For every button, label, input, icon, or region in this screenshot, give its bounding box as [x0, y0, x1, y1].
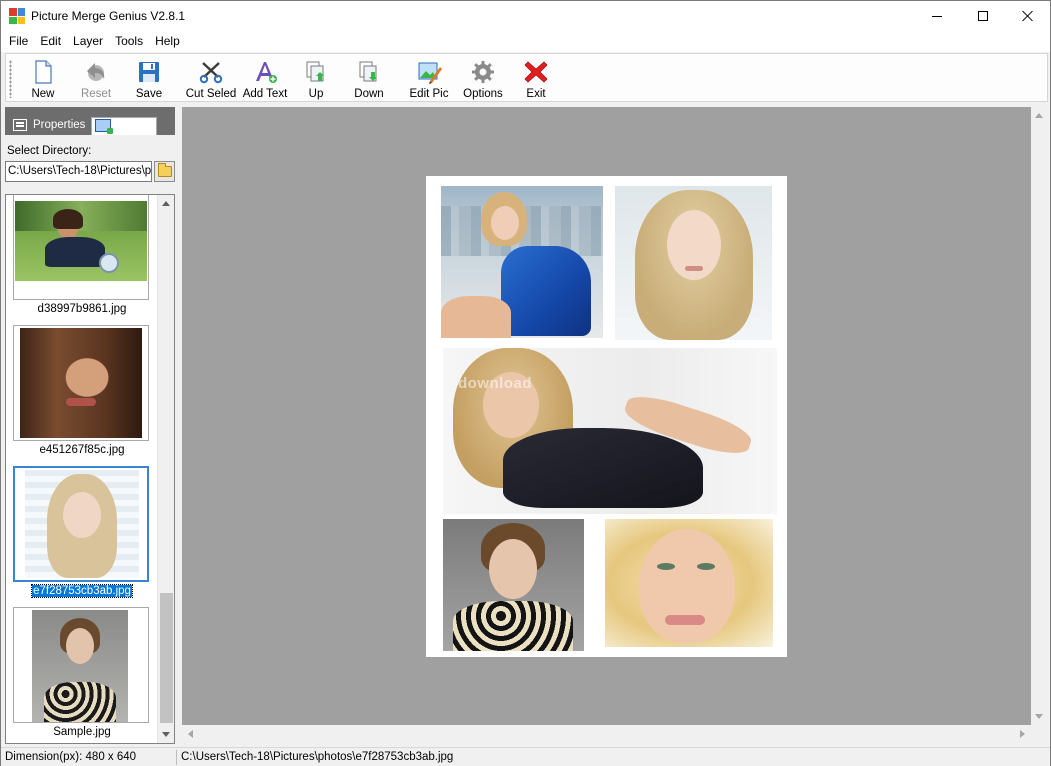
- collage-photo[interactable]: [615, 186, 772, 340]
- new-document-icon: [35, 60, 52, 84]
- collage-photo[interactable]: [605, 519, 773, 647]
- folder-icon: [157, 163, 172, 177]
- tab-image-browser[interactable]: [91, 117, 157, 135]
- image-browser-icon: [95, 119, 113, 134]
- left-panel: Properties Select Directory: C:\Users\Te…: [5, 107, 177, 747]
- panel-tab-strip: Properties: [5, 107, 175, 135]
- scissors-icon: [199, 62, 223, 84]
- title-bar: Picture Merge Genius V2.8.1: [1, 1, 1050, 31]
- app-window: Picture Merge Genius V2.8.1 File Edit La…: [0, 0, 1051, 766]
- scrollbar-corner: [1031, 725, 1048, 743]
- collage-photo[interactable]: [443, 348, 777, 514]
- app-logo-icon: [9, 8, 25, 24]
- cut-selected-button[interactable]: Cut Seled: [186, 56, 236, 100]
- options-button[interactable]: Options: [461, 56, 505, 100]
- collage-photo[interactable]: [443, 519, 584, 651]
- thumbnail-frame: [13, 466, 149, 582]
- menu-file[interactable]: File: [3, 31, 34, 52]
- status-dimension: Dimension(px): 480 x 640: [5, 751, 137, 763]
- close-button[interactable]: [1005, 1, 1051, 31]
- thumbnail-list[interactable]: d38997b9861.jpg e451267f85c.jpg e7f28753…: [5, 194, 175, 744]
- minimize-button[interactable]: [914, 1, 960, 31]
- reset-button[interactable]: Reset: [80, 56, 112, 100]
- watermark-text: download: [458, 375, 532, 392]
- thumbnail-scrollbar[interactable]: [157, 195, 174, 743]
- directory-input[interactable]: C:\Users\Tech-18\Pictures\ph: [5, 161, 152, 182]
- status-bar: Dimension(px): 480 x 640 C:\Users\Tech-1…: [1, 747, 1050, 766]
- status-file-path: C:\Users\Tech-18\Pictures\photos\e7f2875…: [181, 751, 454, 763]
- down-button[interactable]: Down: [352, 56, 386, 100]
- menu-help[interactable]: Help: [149, 31, 186, 52]
- exit-button[interactable]: Exit: [523, 56, 549, 100]
- toolbar-separator: [178, 59, 179, 97]
- collage-page[interactable]: [426, 176, 787, 657]
- edit-picture-icon: [418, 62, 442, 84]
- thumbnail-image: [15, 201, 147, 281]
- thumbnail-image: [32, 610, 128, 722]
- tab-properties[interactable]: Properties: [9, 115, 85, 135]
- thumbnail-image: [25, 470, 139, 578]
- collage-photo[interactable]: [441, 186, 603, 338]
- scroll-down-icon[interactable]: [1035, 714, 1043, 719]
- select-directory-label: Select Directory:: [7, 145, 92, 157]
- layer-down-icon: [359, 61, 377, 82]
- thumbnail-frame: [13, 325, 149, 441]
- thumbnail-image: [20, 328, 142, 438]
- thumbnail-caption: d38997b9861.jpg: [37, 303, 127, 315]
- scroll-left-icon[interactable]: [188, 730, 193, 738]
- layer-up-icon: [306, 61, 324, 82]
- window-title: Picture Merge Genius V2.8.1: [31, 9, 186, 23]
- floppy-disk-icon: [139, 62, 159, 82]
- reset-arrow-icon: [87, 63, 105, 81]
- thumbnail-caption: Sample.jpg: [53, 726, 111, 738]
- menu-layer[interactable]: Layer: [67, 31, 109, 52]
- scroll-up-icon[interactable]: [1035, 113, 1043, 118]
- maximize-button[interactable]: [960, 1, 1006, 31]
- canvas-vertical-scrollbar[interactable]: [1031, 107, 1048, 725]
- toolbar: New Reset Save Cut Seled Add Text Up Dow…: [5, 53, 1048, 102]
- new-button[interactable]: New: [28, 56, 58, 100]
- close-icon: [1022, 10, 1034, 22]
- toolbar-grip[interactable]: [9, 60, 12, 98]
- menu-bar: File Edit Layer Tools Help: [1, 31, 1050, 52]
- add-text-icon: [256, 62, 277, 83]
- menu-edit[interactable]: Edit: [34, 31, 67, 52]
- thumbnail-frame: [13, 607, 149, 723]
- properties-icon: [13, 119, 27, 131]
- scrollbar-thumb[interactable]: [160, 593, 173, 723]
- minimize-icon: [932, 15, 942, 17]
- canvas-horizontal-scrollbar[interactable]: [182, 725, 1031, 743]
- thumbnail-caption: e7f28753cb3ab.jpg: [31, 584, 133, 598]
- status-divider: [176, 750, 177, 765]
- menu-tools[interactable]: Tools: [109, 31, 149, 52]
- scroll-right-icon[interactable]: [1020, 730, 1025, 738]
- add-text-button[interactable]: Add Text: [240, 56, 290, 100]
- exit-x-icon: [524, 61, 548, 83]
- edit-pic-button[interactable]: Edit Pic: [409, 56, 449, 100]
- browse-folder-button[interactable]: [154, 161, 175, 182]
- thumbnail-caption: e451267f85c.jpg: [39, 444, 125, 456]
- scroll-down-icon[interactable]: [162, 732, 170, 737]
- gear-icon: [472, 61, 494, 83]
- maximize-icon: [978, 11, 988, 21]
- scroll-up-icon[interactable]: [162, 201, 170, 206]
- up-button[interactable]: Up: [303, 56, 329, 100]
- toolbar-separator: [398, 59, 399, 97]
- thumbnail-frame: [13, 195, 149, 300]
- save-button[interactable]: Save: [134, 56, 164, 100]
